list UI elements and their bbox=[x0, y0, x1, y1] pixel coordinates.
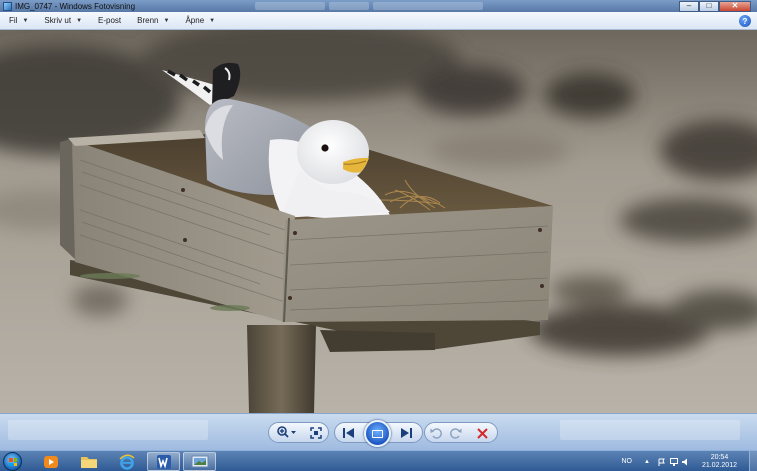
rotate-clockwise-icon bbox=[450, 428, 462, 439]
menu-burn[interactable]: Brenn ▼ bbox=[128, 12, 176, 30]
delete-button[interactable] bbox=[474, 424, 490, 442]
previous-button[interactable] bbox=[340, 424, 358, 442]
photo-viewer-app-icon bbox=[3, 1, 12, 11]
menu-open[interactable]: Åpne ▼ bbox=[176, 12, 222, 30]
menu-email-label: E-post bbox=[98, 16, 122, 25]
help-icon[interactable]: ? bbox=[739, 15, 751, 27]
menu-print[interactable]: Skriv ut ▼ bbox=[35, 12, 89, 30]
rotate-counterclockwise-button[interactable] bbox=[428, 424, 444, 442]
taskbar-media-player[interactable] bbox=[34, 452, 67, 471]
control-bar-reflection bbox=[560, 420, 740, 440]
maximize-button[interactable]: □ bbox=[699, 0, 719, 12]
clock-date: 21.02.2012 bbox=[701, 461, 737, 469]
taskbar-internet-explorer[interactable] bbox=[110, 452, 143, 471]
rotate-clockwise-button[interactable] bbox=[448, 424, 464, 442]
zoom-button[interactable] bbox=[274, 423, 298, 441]
taskbar-explorer[interactable] bbox=[72, 452, 105, 471]
chevron-down-icon: ▼ bbox=[22, 17, 29, 24]
menu-file[interactable]: Fil ▼ bbox=[0, 12, 35, 30]
menu-burn-label: Brenn bbox=[137, 16, 159, 25]
next-icon bbox=[401, 428, 412, 438]
network-icon[interactable] bbox=[669, 457, 678, 466]
windows-logo-icon bbox=[9, 458, 17, 466]
taskbar: NO ▲ 20:54 21.02.2012 bbox=[0, 450, 757, 471]
title-bar-reflection bbox=[255, 2, 679, 10]
menu-open-label: Åpne bbox=[185, 16, 205, 25]
start-button[interactable] bbox=[3, 452, 22, 471]
internet-explorer-icon bbox=[119, 454, 134, 470]
slideshow-icon bbox=[372, 429, 383, 438]
fit-to-window-button[interactable] bbox=[308, 424, 324, 442]
show-hidden-icons-icon[interactable]: ▲ bbox=[644, 459, 650, 465]
menu-bar: Fil ▼ Skriv ut ▼ E-post Brenn ▼ Åpne ▼ ? bbox=[0, 12, 757, 30]
language-indicator[interactable]: NO bbox=[622, 458, 633, 465]
taskbar-word[interactable] bbox=[147, 452, 180, 471]
rotate-counterclockwise-icon bbox=[430, 428, 442, 439]
slideshow-button[interactable] bbox=[364, 420, 391, 447]
menu-file-label: Fil bbox=[9, 16, 18, 25]
close-button[interactable]: ✕ bbox=[719, 0, 751, 12]
system-tray: NO ▲ 20:54 21.02.2012 bbox=[622, 451, 757, 471]
fit-to-window-icon bbox=[310, 427, 322, 439]
previous-icon bbox=[343, 428, 354, 438]
menu-print-label: Skriv ut bbox=[44, 16, 72, 25]
action-center-flag-icon[interactable] bbox=[658, 458, 666, 466]
volume-icon[interactable] bbox=[681, 458, 690, 466]
word-icon bbox=[156, 454, 171, 469]
window-title: IMG_0747 - Windows Fotovisning bbox=[15, 1, 136, 11]
clock-time: 20:54 bbox=[710, 453, 729, 461]
title-bar: IMG_0747 - Windows Fotovisning – □ ✕ bbox=[0, 0, 757, 12]
minimize-button[interactable]: – bbox=[679, 0, 699, 12]
menu-email[interactable]: E-post bbox=[89, 12, 128, 30]
photo-viewport bbox=[0, 30, 757, 413]
clock[interactable]: 20:54 21.02.2012 bbox=[702, 454, 737, 470]
photo-viewer-icon bbox=[191, 455, 208, 468]
zoom-icon bbox=[277, 426, 296, 438]
folder-icon bbox=[80, 457, 97, 468]
playback-control-bar bbox=[0, 413, 757, 450]
photo-gull-on-nest-box bbox=[0, 30, 757, 413]
chevron-down-icon: ▼ bbox=[209, 17, 216, 24]
control-bar-reflection bbox=[8, 420, 208, 440]
chevron-down-icon: ▼ bbox=[163, 17, 170, 24]
taskbar-photo-viewer[interactable] bbox=[183, 452, 216, 471]
show-desktop-button[interactable] bbox=[749, 451, 757, 471]
media-player-icon bbox=[43, 455, 58, 468]
chevron-down-icon: ▼ bbox=[76, 17, 83, 24]
delete-icon bbox=[476, 427, 488, 439]
next-button[interactable] bbox=[397, 424, 415, 442]
